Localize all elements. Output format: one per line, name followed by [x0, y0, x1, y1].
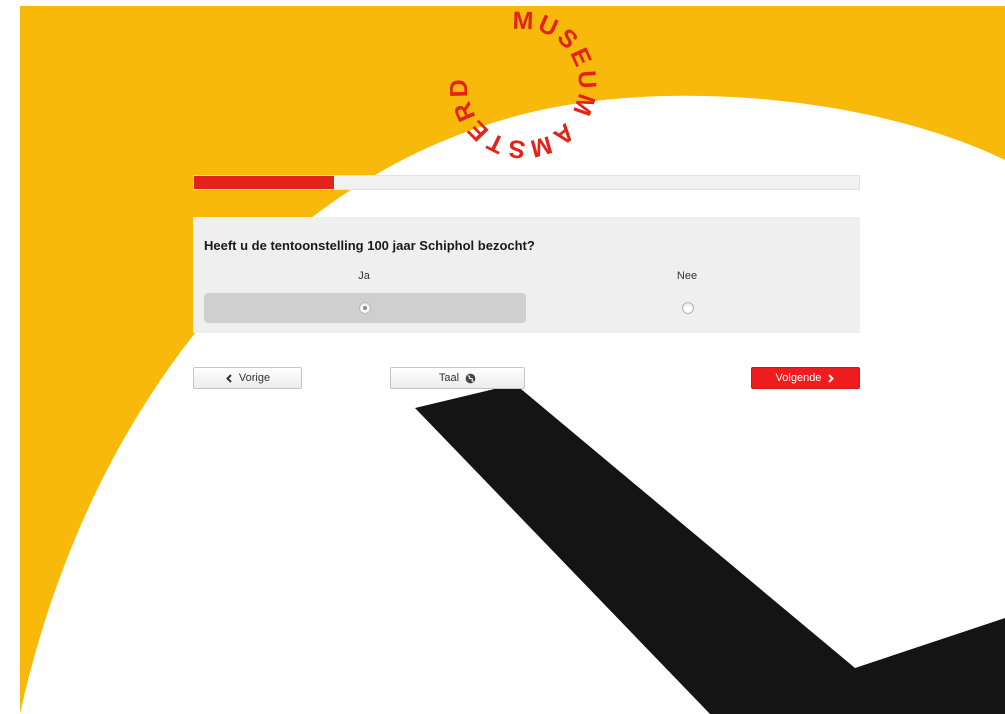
option-ja[interactable] [204, 293, 526, 323]
question-card: Heeft u de tentoonstelling 100 jaar Schi… [193, 217, 860, 333]
progress-bar-fill [194, 176, 334, 189]
globe-icon [465, 373, 476, 383]
next-button-label: Volgende [775, 372, 822, 384]
option-label-ja: Ja [358, 270, 370, 282]
option-nee[interactable] [527, 293, 849, 323]
language-button-label: Taal [438, 372, 460, 384]
previous-button[interactable]: Vorige [193, 367, 302, 389]
previous-button-label: Vorige [238, 372, 271, 384]
option-label-nee: Nee [676, 270, 698, 282]
radio-nee[interactable] [682, 302, 694, 314]
radio-selected-dot [363, 306, 367, 310]
survey-page: MUSEUM AMSTERDAM Heeft u de tentoonstell… [0, 0, 1005, 714]
chevron-left-icon [225, 373, 232, 383]
next-button[interactable]: Volgende [751, 367, 860, 389]
museum-logo: MUSEUM AMSTERDAM [448, 10, 598, 160]
chevron-right-icon [828, 373, 835, 383]
logo-text: MUSEUM AMSTERDAM [448, 10, 598, 160]
progress-bar [193, 175, 860, 190]
question-text: Heeft u de tentoonstelling 100 jaar Schi… [204, 238, 535, 253]
language-button[interactable]: Taal [390, 367, 525, 389]
radio-ja[interactable] [359, 302, 371, 314]
